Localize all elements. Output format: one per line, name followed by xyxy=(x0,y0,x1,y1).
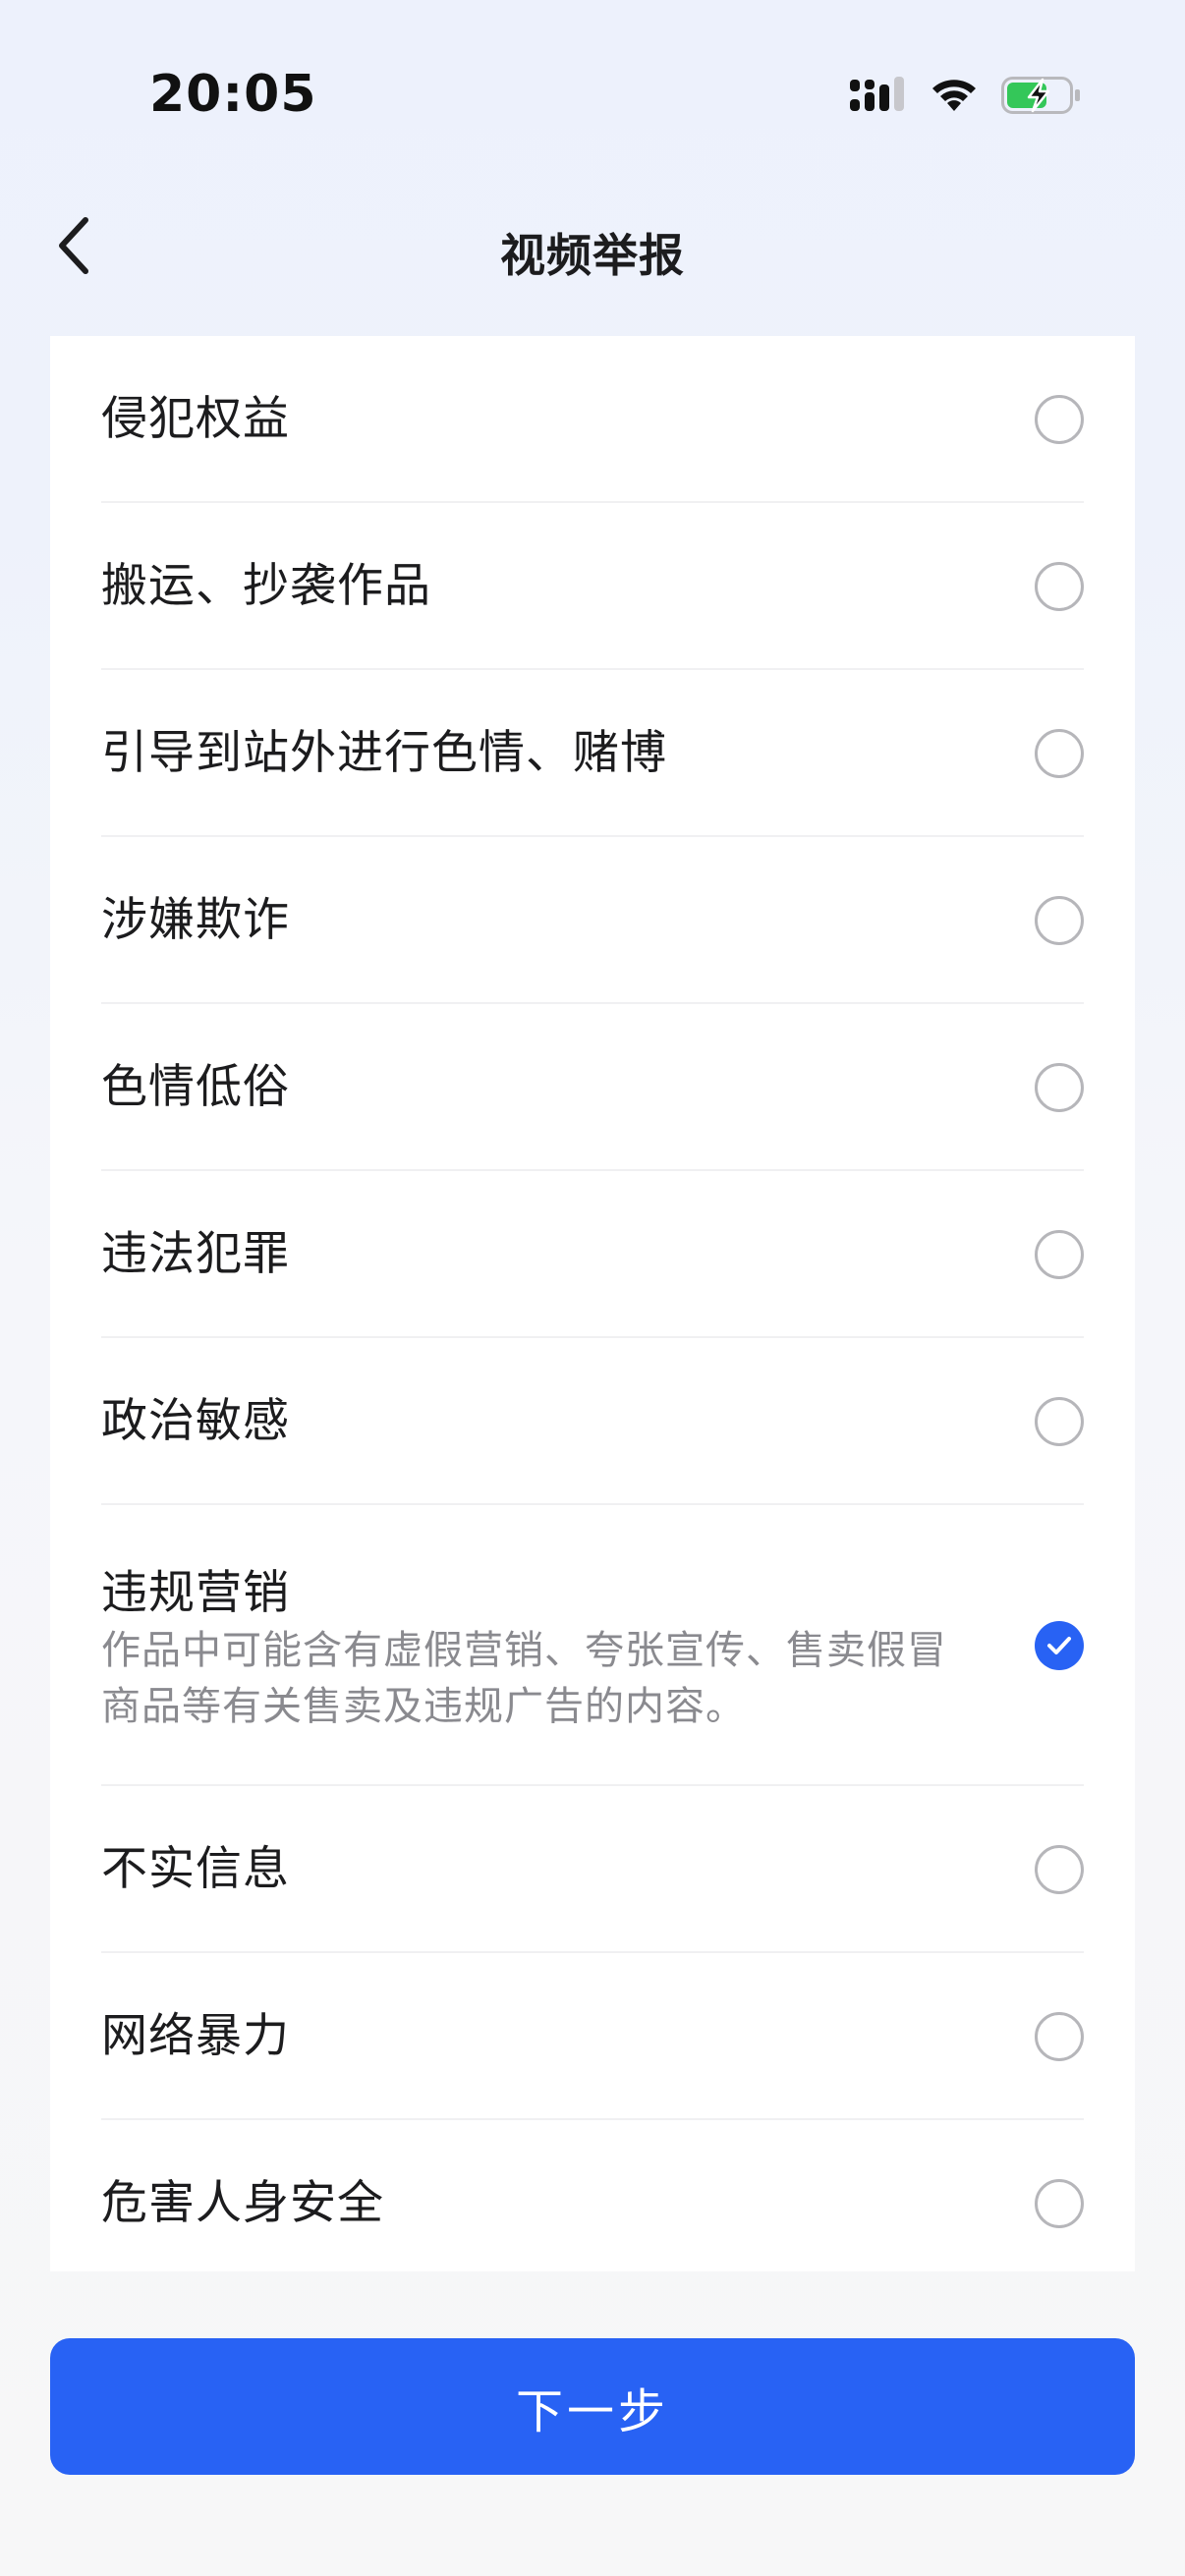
wifi-icon xyxy=(929,76,980,115)
option-label: 网络暴力 xyxy=(101,2009,290,2063)
radio-button[interactable] xyxy=(1035,2012,1084,2061)
option-label: 引导到站外进行色情、赌博 xyxy=(101,726,667,780)
option-infringement[interactable]: 侵犯权益 xyxy=(101,336,1084,503)
radio-button[interactable] xyxy=(1035,395,1084,444)
option-label: 危害人身安全 xyxy=(101,2176,384,2230)
option-label: 违规营销 xyxy=(101,1566,290,1620)
option-label: 违法犯罪 xyxy=(101,1227,290,1281)
option-label: 侵犯权益 xyxy=(101,392,290,446)
option-cyberbullying[interactable]: 网络暴力 xyxy=(101,1953,1084,2120)
status-bar: 20:05 xyxy=(0,0,1185,177)
option-fraud[interactable]: 涉嫌欺诈 xyxy=(101,837,1084,1004)
option-political[interactable]: 政治敏感 xyxy=(101,1338,1084,1505)
option-offsite-pornography-gambling[interactable]: 引导到站外进行色情、赌博 xyxy=(101,670,1084,837)
option-description-line: 作品中可能含有虚假营销、夸张宣传、售卖假冒 xyxy=(101,1628,947,1673)
option-label: 搬运、抄袭作品 xyxy=(101,559,431,613)
option-label: 色情低俗 xyxy=(101,1060,290,1114)
radio-button[interactable] xyxy=(1035,1397,1084,1446)
status-time: 20:05 xyxy=(149,65,317,124)
option-plagiarism[interactable]: 搬运、抄袭作品 xyxy=(101,503,1084,670)
radio-button[interactable] xyxy=(1035,2179,1084,2228)
next-button[interactable]: 下一步 xyxy=(50,2338,1135,2475)
radio-button[interactable] xyxy=(1035,1845,1084,1894)
radio-button[interactable] xyxy=(1035,729,1084,778)
radio-button[interactable] xyxy=(1035,896,1084,945)
page-title: 视频举报 xyxy=(500,229,685,282)
option-label: 政治敏感 xyxy=(101,1394,290,1448)
option-illegal[interactable]: 违法犯罪 xyxy=(101,1171,1084,1338)
option-description: 作品中可能含有虚假营销、夸张宣传、售卖假冒 商品等有关售卖及违规广告的内容。 xyxy=(101,1623,1015,1735)
nav-bar: 视频举报 xyxy=(0,177,1185,334)
option-label: 涉嫌欺诈 xyxy=(101,893,290,947)
report-options-list: 侵犯权益 搬运、抄袭作品 引导到站外进行色情、赌博 涉嫌欺诈 色情低俗 违法犯罪… xyxy=(50,336,1135,2271)
radio-button-selected[interactable] xyxy=(1035,1621,1084,1670)
signal-icon xyxy=(850,76,909,115)
radio-button[interactable] xyxy=(1035,1230,1084,1279)
radio-button[interactable] xyxy=(1035,1063,1084,1112)
status-icons xyxy=(850,71,1082,120)
option-misinformation[interactable]: 不实信息 xyxy=(101,1786,1084,1953)
option-description-line: 商品等有关售卖及违规广告的内容。 xyxy=(101,1684,746,1729)
option-illegal-marketing[interactable]: 违规营销 作品中可能含有虚假营销、夸张宣传、售卖假冒 商品等有关售卖及违规广告的… xyxy=(101,1505,1084,1786)
option-vulgar[interactable]: 色情低俗 xyxy=(101,1004,1084,1171)
option-personal-safety[interactable]: 危害人身安全 xyxy=(101,2120,1084,2271)
battery-charging-icon xyxy=(1001,75,1082,116)
radio-button[interactable] xyxy=(1035,562,1084,611)
option-label: 不实信息 xyxy=(101,1842,290,1896)
